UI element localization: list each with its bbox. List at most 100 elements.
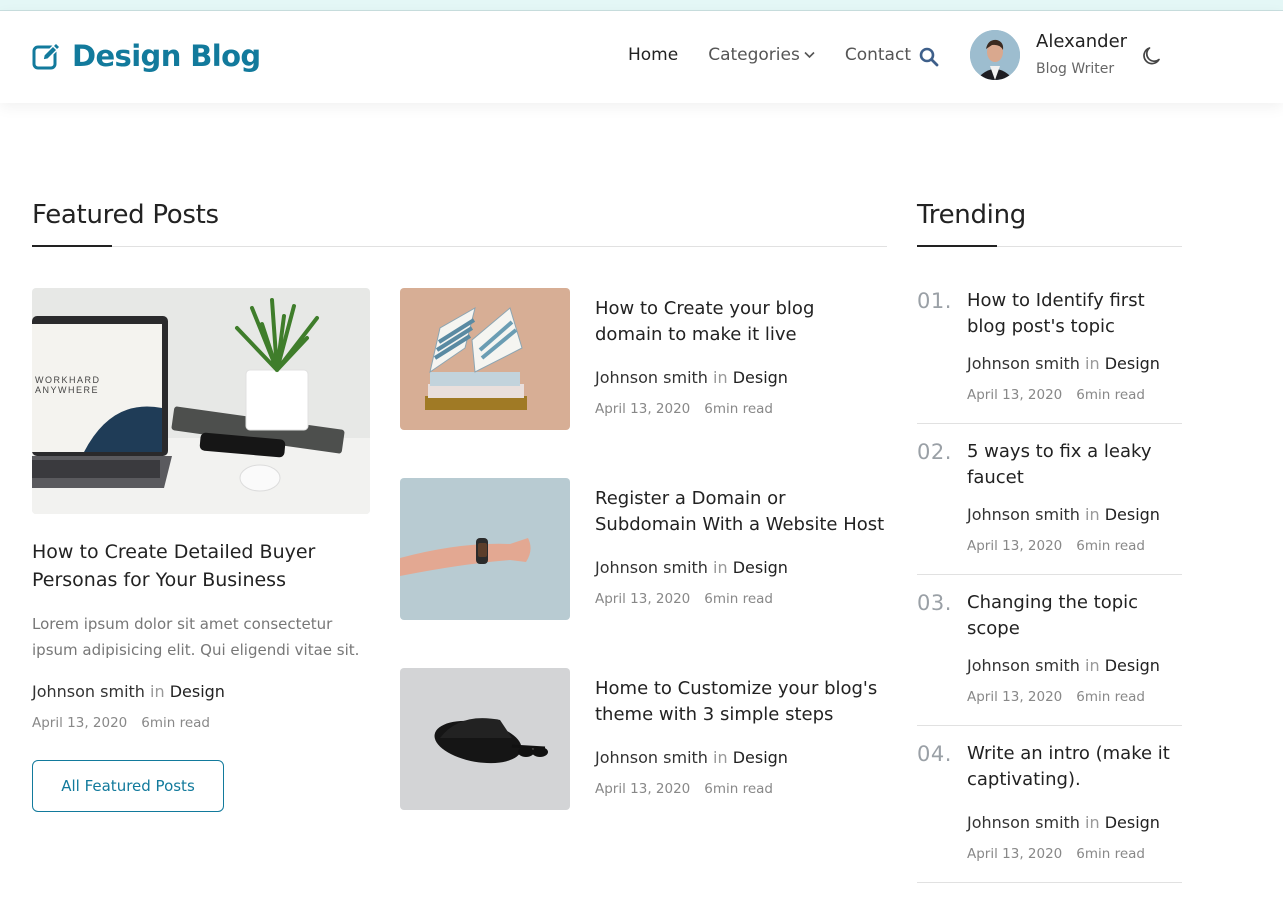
author-name[interactable]: Johnson smith xyxy=(595,748,708,767)
nav-categories-label: Categories xyxy=(708,45,800,65)
featured-divider xyxy=(32,246,887,247)
featured-post-title[interactable]: How to Create Detailed Buyer Personas fo… xyxy=(32,538,362,594)
category-link[interactable]: Design xyxy=(733,368,788,387)
trending-divider-accent xyxy=(917,245,997,247)
read-time: 6min read xyxy=(141,715,211,731)
trending-post-title[interactable]: How to Identify first blog post's topic xyxy=(967,288,1187,340)
post-date: April 13, 2020 xyxy=(595,591,691,607)
post-date: April 13, 2020 xyxy=(967,387,1063,403)
logo-text: Design Blog xyxy=(72,39,261,73)
trending-number: 01. xyxy=(917,289,952,313)
trending-post-meta: Johnson smith in Design xyxy=(967,656,1160,675)
trending-post-date: April 13, 2020 6min read xyxy=(967,387,1145,403)
chevron-down-icon xyxy=(804,51,815,59)
trending-separator xyxy=(917,725,1182,726)
trending-number: 03. xyxy=(917,591,952,615)
trending-number: 02. xyxy=(917,440,952,464)
trending-number: 04. xyxy=(917,742,952,766)
post-title[interactable]: Home to Customize your blog's theme with… xyxy=(595,676,885,728)
meta-in: in xyxy=(1085,354,1100,373)
trending-post-title[interactable]: 5 ways to fix a leaky faucet xyxy=(967,439,1187,491)
trending-post-title[interactable]: Changing the topic scope xyxy=(967,590,1187,642)
moon-icon[interactable] xyxy=(1140,44,1164,68)
browser-top-strip xyxy=(0,0,1283,11)
site-header: Design Blog Home Categories Contact Alex… xyxy=(0,11,1283,103)
featured-post-meta: Johnson smith in Design xyxy=(32,682,225,701)
featured-post-excerpt: Lorem ipsum dolor sit amet consectetur i… xyxy=(32,615,360,659)
author-name[interactable]: Johnson smith xyxy=(595,368,708,387)
site-logo[interactable]: Design Blog xyxy=(32,39,261,73)
nav-home[interactable]: Home xyxy=(628,45,678,65)
post-title[interactable]: Register a Domain or Subdomain With a We… xyxy=(595,486,885,538)
meta-in: in xyxy=(1085,813,1100,832)
trending-separator xyxy=(917,423,1182,424)
user-role: Blog Writer xyxy=(1036,61,1115,77)
meta-in: in xyxy=(1085,505,1100,524)
main-nav: Home Categories Contact xyxy=(628,45,941,65)
post-meta: Johnson smith in Design xyxy=(595,748,788,767)
nav-contact[interactable]: Contact xyxy=(845,45,911,65)
post-title[interactable]: How to Create your blog domain to make i… xyxy=(595,296,885,348)
post-date-row: April 13, 2020 6min read xyxy=(595,781,773,797)
trending-post-title[interactable]: Write an intro (make it captivating). xyxy=(967,741,1187,793)
post-date: April 13, 2020 xyxy=(32,715,128,731)
author-name[interactable]: Johnson smith xyxy=(32,682,145,701)
avatar-portrait-image xyxy=(970,30,1020,80)
bag-sunglasses-image xyxy=(400,668,570,810)
trending-separator xyxy=(917,574,1182,575)
read-time: 6min read xyxy=(1076,689,1146,705)
author-name[interactable]: Johnson smith xyxy=(967,813,1080,832)
nav-categories[interactable]: Categories xyxy=(708,45,815,65)
all-featured-posts-button[interactable]: All Featured Posts xyxy=(32,760,224,812)
post-date: April 13, 2020 xyxy=(967,846,1063,862)
trending-post-date: April 13, 2020 6min read xyxy=(967,689,1145,705)
author-name[interactable]: Johnson smith xyxy=(967,505,1080,524)
user-name: Alexander xyxy=(1036,31,1128,52)
meta-in: in xyxy=(713,748,728,767)
post-date-row: April 13, 2020 6min read xyxy=(595,401,773,417)
author-name[interactable]: Johnson smith xyxy=(967,656,1080,675)
featured-post-image[interactable]: WORKHARD ANYWHERE xyxy=(32,288,370,514)
trending-post-meta: Johnson smith in Design xyxy=(967,505,1160,524)
post-meta: Johnson smith in Design xyxy=(595,368,788,387)
post-thumbnail[interactable] xyxy=(400,478,570,620)
avatar[interactable] xyxy=(970,30,1020,80)
featured-post-date: April 13, 2020 6min read xyxy=(32,715,210,731)
post-meta: Johnson smith in Design xyxy=(595,558,788,577)
meta-in: in xyxy=(150,682,165,701)
post-date-row: April 13, 2020 6min read xyxy=(595,591,773,607)
trending-post-date: April 13, 2020 6min read xyxy=(967,538,1145,554)
category-link[interactable]: Design xyxy=(1105,354,1160,373)
search-icon[interactable] xyxy=(919,47,939,67)
featured-posts-title: Featured Posts xyxy=(32,200,219,230)
featured-divider-accent xyxy=(32,245,112,247)
category-link[interactable]: Design xyxy=(1105,656,1160,675)
category-link[interactable]: Design xyxy=(733,558,788,577)
edit-icon xyxy=(32,42,61,70)
post-thumbnail[interactable] xyxy=(400,668,570,810)
wristwatch-image xyxy=(400,478,570,620)
post-date: April 13, 2020 xyxy=(967,538,1063,554)
read-time: 6min read xyxy=(1076,846,1146,862)
category-link[interactable]: Design xyxy=(1105,505,1160,524)
read-time: 6min read xyxy=(704,401,774,417)
trending-post-date: April 13, 2020 6min read xyxy=(967,846,1145,862)
post-date: April 13, 2020 xyxy=(595,401,691,417)
books-image xyxy=(400,288,570,430)
author-name[interactable]: Johnson smith xyxy=(595,558,708,577)
post-date: April 13, 2020 xyxy=(595,781,691,797)
post-date: April 13, 2020 xyxy=(967,689,1063,705)
trending-post-meta: Johnson smith in Design xyxy=(967,354,1160,373)
meta-in: in xyxy=(713,558,728,577)
trending-separator xyxy=(917,882,1182,883)
trending-post-meta: Johnson smith in Design xyxy=(967,813,1160,832)
read-time: 6min read xyxy=(1076,538,1146,554)
category-link[interactable]: Design xyxy=(733,748,788,767)
post-thumbnail[interactable] xyxy=(400,288,570,430)
category-link[interactable]: Design xyxy=(1105,813,1160,832)
trending-title: Trending xyxy=(917,200,1026,230)
category-link[interactable]: Design xyxy=(170,682,225,701)
author-name[interactable]: Johnson smith xyxy=(967,354,1080,373)
read-time: 6min read xyxy=(704,781,774,797)
meta-in: in xyxy=(713,368,728,387)
